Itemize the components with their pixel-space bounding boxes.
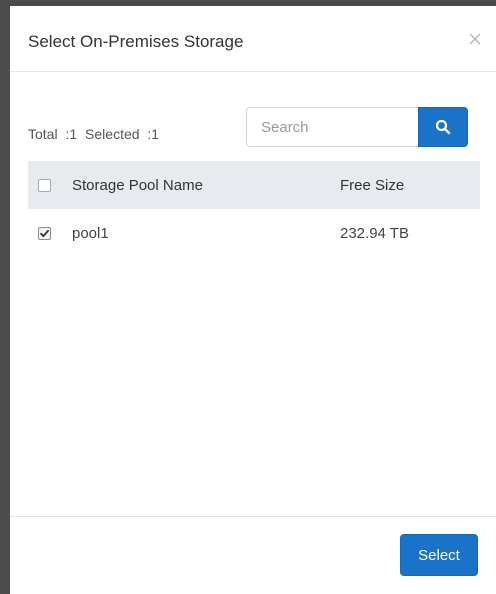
dialog-body: Total :1 Selected :1 Storage Pool Name F… [10,73,496,513]
table-row[interactable]: pool1 232.94 TB [28,209,480,257]
dialog-title: Select On-Premises Storage [28,32,244,51]
pool-name-cell: pool1 [72,224,109,242]
row-checkbox[interactable] [38,226,51,240]
selected-label: Selected [85,126,140,142]
overlay-edge [0,0,10,594]
total-label: Total [28,126,58,142]
storage-dialog: Select On-Premises Storage Total :1 Sele… [10,6,496,594]
dialog-footer: Select [10,516,496,594]
column-header-name[interactable]: Storage Pool Name [72,177,340,194]
select-all-checkbox[interactable] [38,178,51,192]
search-group [246,107,468,147]
checkmark-icon [40,229,49,237]
select-button[interactable]: Select [400,534,478,576]
free-size-cell: 232.94 TB [340,224,409,242]
selected-value: :1 [147,126,160,142]
search-button[interactable] [418,107,468,147]
search-icon [435,119,451,135]
storage-pool-table: Storage Pool Name Free Size pool1 232.94… [28,161,480,257]
total-value: :1 [65,126,78,142]
search-input[interactable] [246,107,420,147]
close-icon[interactable] [466,30,484,48]
selection-summary: Total :1 Selected :1 [28,126,163,142]
dialog-header: Select On-Premises Storage [10,6,496,72]
column-header-free-size[interactable]: Free Size [340,177,480,194]
table-header: Storage Pool Name Free Size [28,161,480,209]
